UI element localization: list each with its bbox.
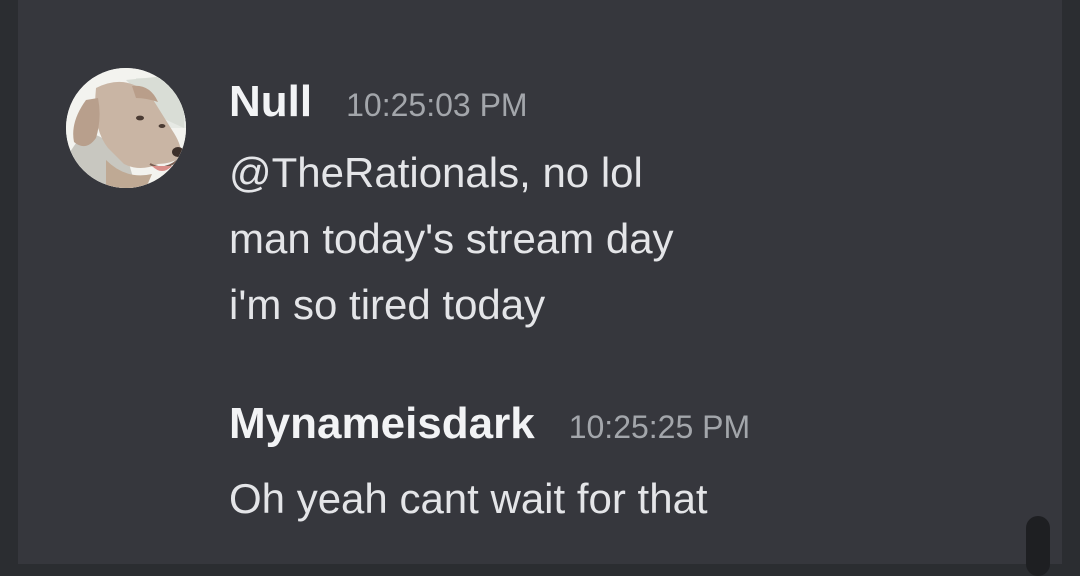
user-avatar[interactable] — [66, 68, 186, 188]
message-content: @TheRationals, no lol man today's stream… — [229, 140, 674, 338]
message-header: Null 10:25:03 PM — [229, 76, 528, 131]
message-header: Mynameisdark 10:25:25 PM — [229, 398, 750, 453]
username[interactable]: Mynameisdark — [229, 398, 535, 450]
timestamp: 10:25:03 PM — [346, 87, 528, 123]
dog-avatar-icon — [66, 68, 186, 188]
message-content: Oh yeah cant wait for that — [229, 466, 708, 532]
scrollbar-thumb[interactable] — [1026, 516, 1050, 576]
timestamp: 10:25:25 PM — [568, 409, 751, 445]
app-frame: Null 10:25:03 PM @TheRationals, no lol ma… — [0, 0, 1080, 576]
message-line: @TheRationals, no lol — [229, 149, 643, 196]
message-line: man today's stream day — [229, 215, 674, 262]
chat-message-list[interactable]: Null 10:25:03 PM @TheRationals, no lol ma… — [18, 0, 1062, 576]
username[interactable]: Null — [229, 76, 312, 128]
message-line: Oh yeah cant wait for that — [229, 475, 708, 522]
message-line: i'm so tired today — [229, 281, 546, 328]
